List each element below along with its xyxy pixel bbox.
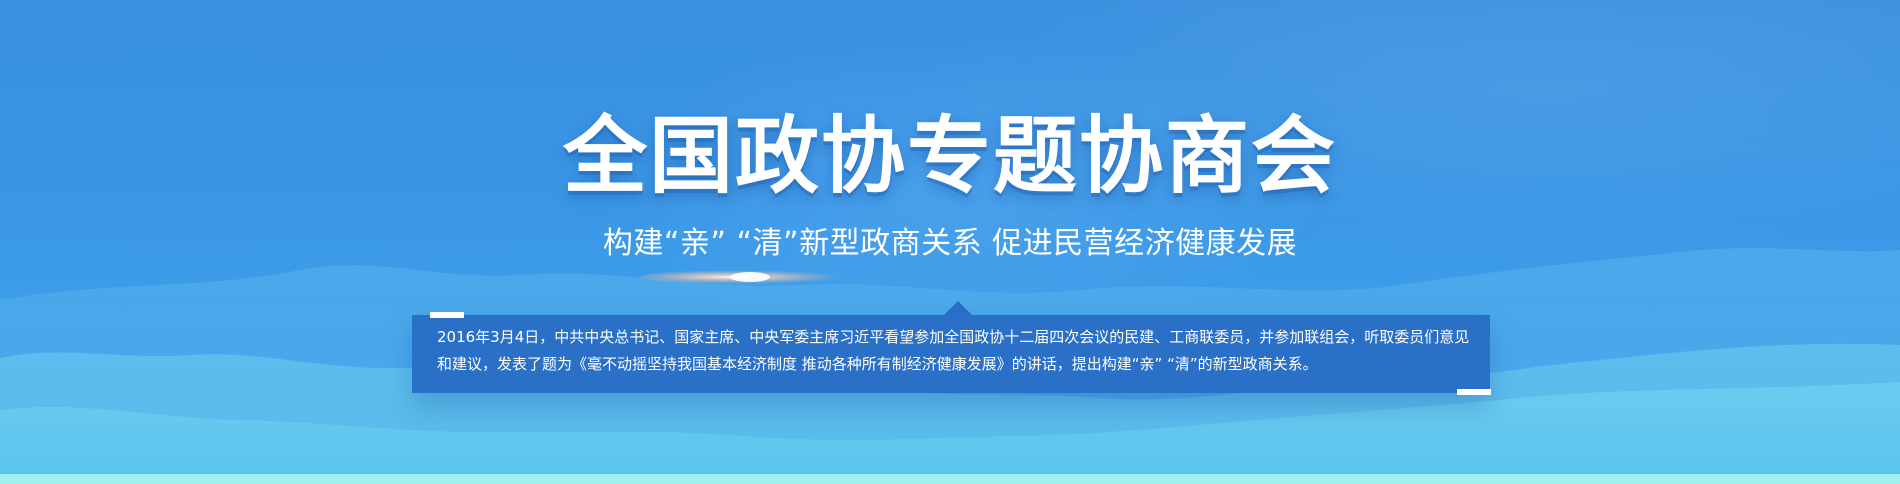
light-flare — [640, 270, 860, 284]
header-banner: 全国政协专题协商会 构建“亲” “清”新型政商关系 促进民营经济健康发展 201… — [0, 0, 1900, 484]
intro-paragraph: 2016年3月4日，中共中央总书记、国家主席、中央军委主席习近平看望参加全国政协… — [437, 328, 1470, 373]
textbox-pointer — [944, 301, 972, 315]
bottom-strip — [0, 474, 1900, 484]
textbox-accent-right — [1457, 389, 1491, 395]
page-subtitle: 构建“亲” “清”新型政商关系 促进民营经济健康发展 — [602, 226, 1298, 261]
page-title: 全国政协专题协商会 — [562, 107, 1337, 205]
textbox-accent-left — [430, 312, 464, 318]
